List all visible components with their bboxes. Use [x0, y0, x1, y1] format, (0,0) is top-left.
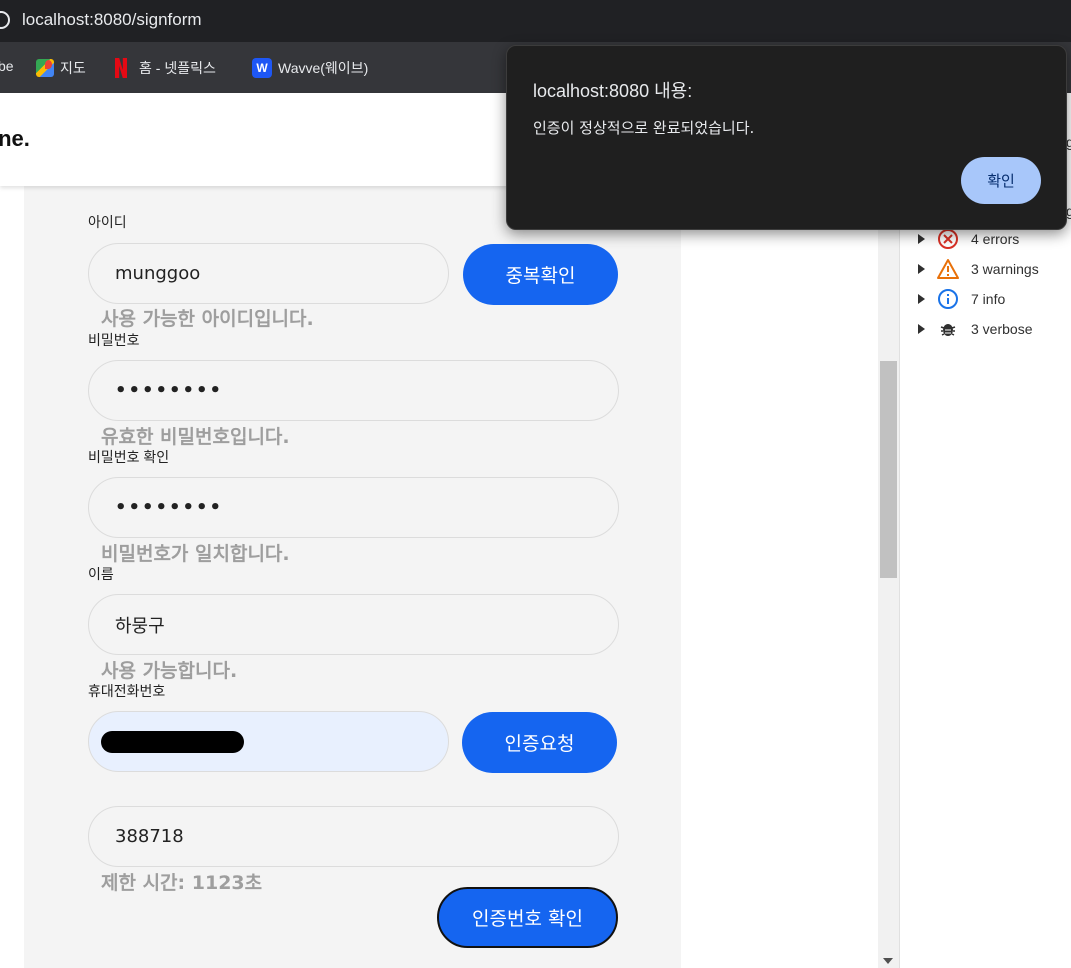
- id-status-message: 사용 가능한 아이디입니다.: [101, 308, 314, 330]
- password-confirm-status-message: 비밀번호가 일치합니다.: [101, 543, 290, 565]
- expand-arrow-icon: [918, 234, 925, 244]
- bookmark-label: 홈 - 넷플릭스: [139, 60, 216, 76]
- error-icon: [937, 228, 959, 250]
- scrollbar-thumb[interactable]: [880, 361, 897, 578]
- name-label: 이름: [88, 566, 114, 582]
- password-input[interactable]: ••••••••: [88, 360, 619, 421]
- dialog-ok-button[interactable]: 확인: [961, 157, 1041, 204]
- verification-timer: 제한 시간: 1123초: [101, 872, 263, 894]
- console-filter-label: 4 errors: [971, 231, 1020, 247]
- phone-input[interactable]: [88, 711, 449, 772]
- bookmark-netflix[interactable]: 홈 - 넷플릭스: [115, 58, 216, 78]
- address-bar[interactable]: localhost:8080/signform: [0, 0, 1071, 42]
- expand-arrow-icon: [918, 294, 925, 304]
- bookmark-youtube[interactable]: be: [0, 58, 14, 74]
- warning-icon: [937, 258, 959, 280]
- bookmark-label: 지도: [60, 60, 86, 76]
- expand-arrow-icon: [918, 324, 925, 334]
- info-icon: [937, 288, 959, 310]
- console-filter-info[interactable]: 7 info: [918, 288, 1005, 310]
- bookmark-label: be: [0, 58, 14, 74]
- id-label: 아이디: [88, 214, 127, 230]
- password-label: 비밀번호: [88, 332, 140, 348]
- password-confirm-label: 비밀번호 확인: [88, 449, 170, 465]
- password-status-message: 유효한 비밀번호입니다.: [101, 426, 290, 448]
- wavve-icon: W: [252, 58, 272, 78]
- alert-dialog: localhost:8080 내용: 인증이 정상적으로 완료되었습니다. 확인: [506, 45, 1067, 230]
- bookmark-wavve[interactable]: W Wavve(웨이브): [252, 58, 368, 78]
- name-status-message: 사용 가능합니다.: [101, 660, 238, 682]
- console-filter-verbose[interactable]: 3 verbose: [918, 318, 1032, 340]
- console-filter-warnings[interactable]: 3 warnings: [918, 258, 1039, 280]
- site-brand[interactable]: ine.: [0, 126, 30, 152]
- scroll-down-arrow-icon[interactable]: [883, 958, 893, 964]
- name-input[interactable]: 하뭉구: [88, 594, 619, 655]
- url-text[interactable]: localhost:8080/signform: [22, 10, 202, 30]
- request-verification-button[interactable]: 인증요청: [462, 712, 617, 773]
- console-filter-label: 3 verbose: [971, 321, 1033, 337]
- check-duplicate-button[interactable]: 중복확인: [463, 244, 618, 305]
- id-input[interactable]: munggoo: [88, 243, 449, 304]
- dialog-title: localhost:8080 내용:: [533, 81, 693, 101]
- maps-icon: [36, 59, 54, 77]
- console-filter-label: 7 info: [971, 291, 1006, 307]
- verification-code-input[interactable]: 388718: [88, 806, 619, 867]
- expand-arrow-icon: [918, 264, 925, 274]
- phone-label: 휴대전화번호: [88, 683, 166, 699]
- dialog-message: 인증이 정상적으로 완료되었습니다.: [533, 119, 755, 137]
- site-info-icon[interactable]: [0, 11, 10, 29]
- bug-icon: [937, 318, 959, 340]
- password-confirm-input[interactable]: ••••••••: [88, 477, 619, 538]
- console-filter-label: 3 warnings: [971, 261, 1039, 277]
- console-filter-errors[interactable]: 4 errors: [918, 228, 1019, 250]
- redacted-phone-number: [101, 730, 244, 753]
- bookmark-maps[interactable]: 지도: [36, 58, 86, 78]
- bookmark-label: Wavve(웨이브): [278, 60, 369, 76]
- netflix-icon: [115, 58, 127, 78]
- confirm-verification-button[interactable]: 인증번호 확인: [437, 887, 618, 948]
